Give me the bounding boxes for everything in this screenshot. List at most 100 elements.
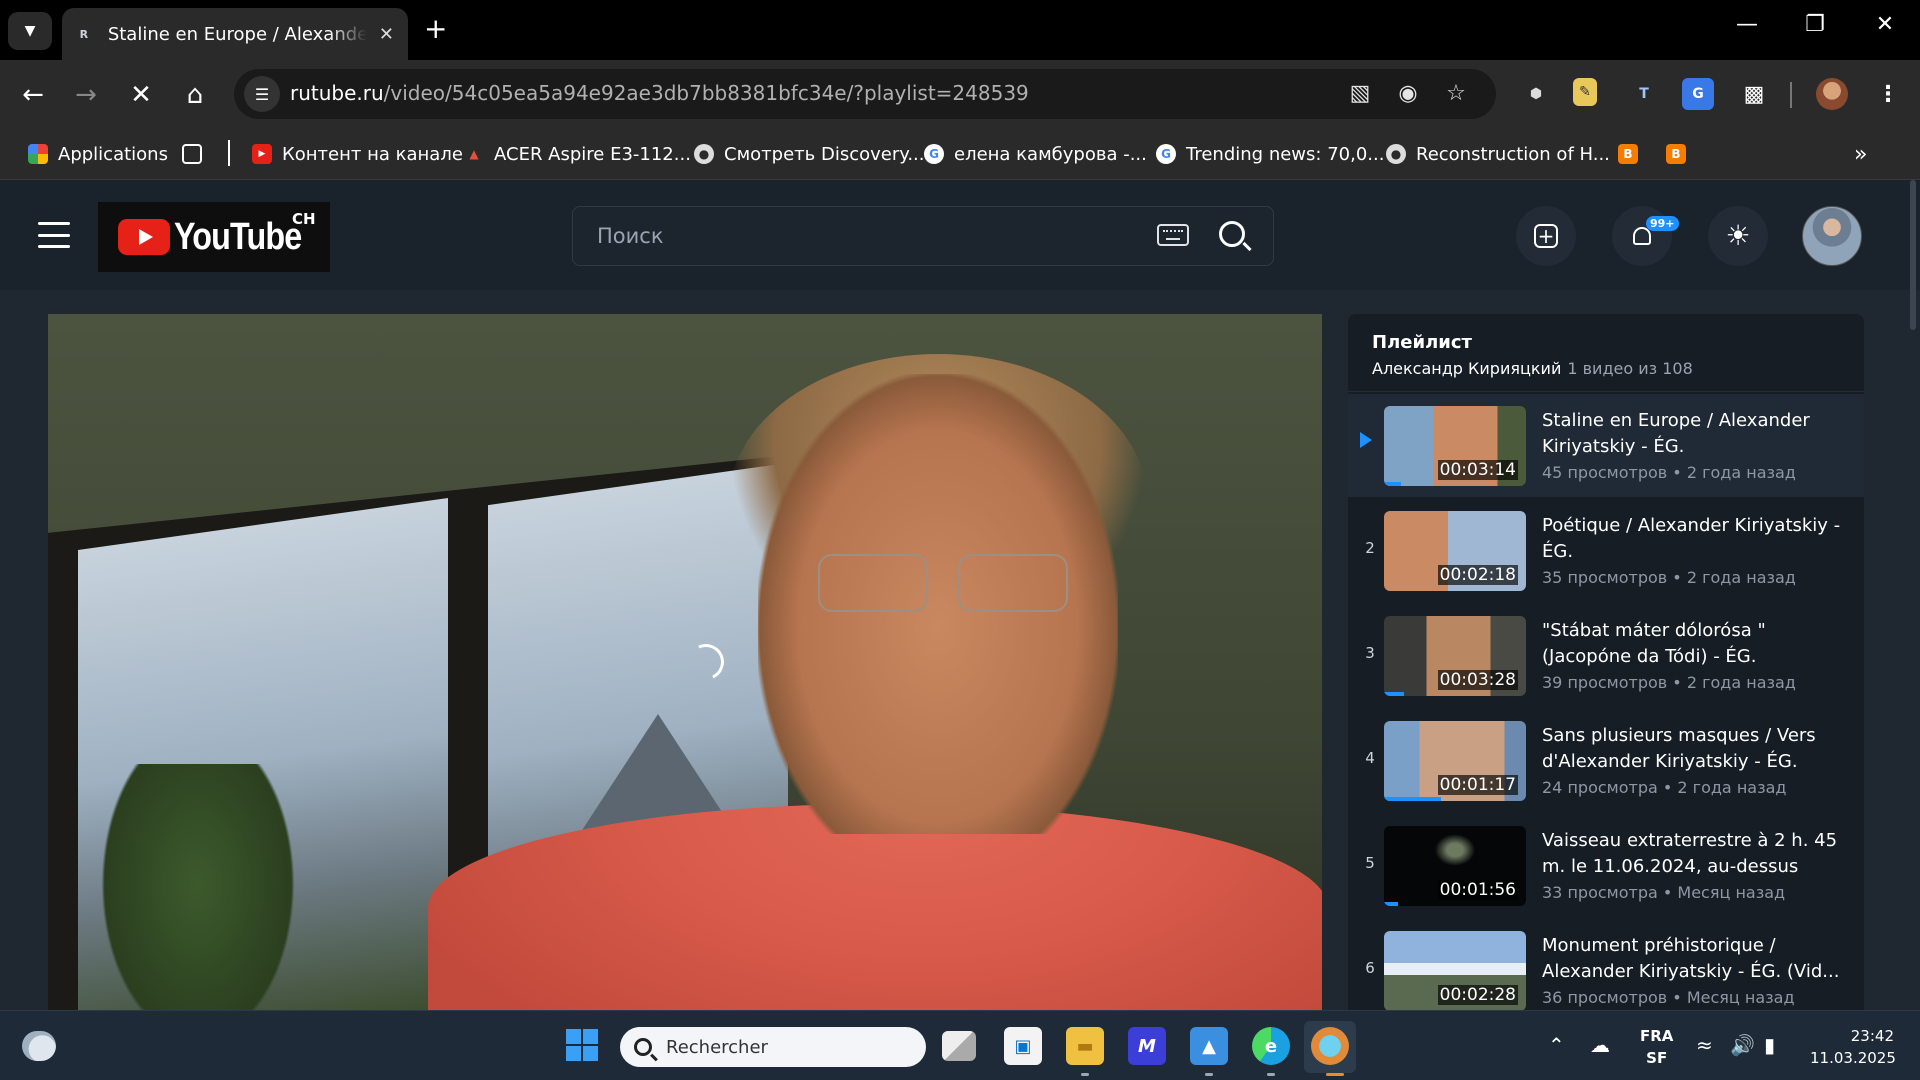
menu-hamburger-icon[interactable] — [38, 222, 70, 248]
taskbar-search-box[interactable]: Rechercher — [620, 1027, 926, 1067]
video-player[interactable] — [48, 314, 1322, 1010]
video-title[interactable]: Staline en Europe / Alexander Kiriyatski… — [1542, 408, 1842, 460]
photos-icon[interactable]: ▲ — [1190, 1027, 1228, 1065]
browser-menu-icon[interactable]: ⋮ — [1872, 78, 1904, 110]
file-explorer-icon[interactable]: ▬ — [1066, 1027, 1104, 1065]
playlist-subtitle: Александр Кирияцкий 1 видео из 108 — [1372, 359, 1840, 378]
task-view-icon[interactable] — [942, 1031, 976, 1061]
user-avatar[interactable] — [1802, 206, 1862, 266]
more-bookmarks-button[interactable]: » — [1854, 140, 1867, 168]
bookmark-discovery[interactable]: ● Смотреть Discovery... — [694, 140, 925, 168]
url-path: /video/54c05ea5a94e92ae3db7bb8381bfc34e/… — [383, 81, 1029, 105]
app-m-icon[interactable]: M — [1128, 1027, 1166, 1065]
search-input[interactable]: Поиск — [597, 224, 664, 248]
search-icon[interactable] — [1219, 221, 1245, 247]
home-button[interactable]: ⌂ — [178, 78, 212, 112]
video-meta: 33 просмотра • Месяц назад — [1542, 883, 1786, 902]
playlist-item-text: "Stábat máter dólorósa " (Jacopóne da Tó… — [1542, 618, 1842, 692]
extensions-puzzle-icon[interactable]: ▩ — [1738, 78, 1770, 110]
notifications-button[interactable]: 99+ — [1612, 206, 1679, 266]
bookmark-applications[interactable]: Applications — [28, 140, 168, 168]
close-window-button[interactable]: ✕ — [1870, 12, 1900, 37]
video-title[interactable]: Vaisseau extraterrestre à 2 h. 45 m. le … — [1542, 828, 1842, 880]
playlist-item[interactable]: 2 00:02:18 Poétique / Alexander Kiriyatski… — [1348, 499, 1864, 602]
edge-browser-icon[interactable]: e — [1252, 1027, 1290, 1065]
tab-groups-button[interactable] — [182, 140, 212, 168]
video-thumbnail[interactable]: 00:03:28 — [1384, 616, 1526, 696]
new-tab-button[interactable]: + — [424, 12, 447, 45]
browser-app-icon[interactable] — [1311, 1027, 1349, 1065]
extension-notes-icon[interactable]: ✎ — [1573, 78, 1597, 106]
battery-icon[interactable]: ▮ — [1764, 1033, 1775, 1057]
bookmark-star-icon[interactable]: ☆ — [1442, 81, 1470, 106]
tab-close-icon[interactable]: ✕ — [379, 24, 394, 45]
weather-widget-icon[interactable] — [22, 1031, 56, 1061]
bookmark-label: ACER Aspire E3-112... — [494, 143, 691, 165]
show-hidden-icons-chevron-icon[interactable]: ⌃ — [1548, 1033, 1565, 1057]
playlist-item[interactable]: 4 00:01:17 Sans plusieurs masques / Vers d… — [1348, 709, 1864, 812]
extension-translate-text-icon[interactable]: T — [1628, 78, 1660, 110]
theme-toggle-button[interactable]: ☀ — [1708, 206, 1768, 266]
video-title[interactable]: Monument préhistorique / Alexander Kiriy… — [1542, 933, 1842, 985]
playlist-count: 1 видео из 108 — [1567, 359, 1693, 378]
start-button[interactable] — [566, 1029, 598, 1061]
video-title[interactable]: Poétique / Alexander Kiriyatskiy - ÉG. — [1542, 513, 1842, 565]
upload-button[interactable]: + — [1516, 206, 1576, 266]
bookmark-reconstruction[interactable]: ● Reconstruction of H... — [1386, 140, 1610, 168]
video-title[interactable]: Sans plusieurs masques / Vers d'Alexande… — [1542, 723, 1842, 775]
browser-tab-active[interactable]: R Staline en Europe / Alexander Kiriyats… — [62, 8, 408, 60]
taskbar-search-input[interactable]: Rechercher — [666, 1037, 768, 1058]
microsoft-store-icon[interactable]: ▣ — [1004, 1027, 1042, 1065]
restore-window-button[interactable]: ❐ — [1800, 12, 1830, 37]
playlist-panel: Плейлист Александр Кирияцкий 1 видео из 1… — [1348, 314, 1864, 1010]
page-scrollbar[interactable] — [1910, 180, 1916, 330]
site-search-box[interactable]: Поиск — [572, 206, 1274, 266]
bookmark-blogger-2[interactable]: B — [1666, 140, 1696, 168]
globe-icon: ● — [1386, 144, 1406, 164]
playlist-item-text: Poétique / Alexander Kiriyatskiy - ÉG. 35… — [1542, 513, 1842, 587]
video-duration: 00:02:28 — [1437, 985, 1518, 1005]
volume-icon[interactable]: 🔊 — [1730, 1033, 1755, 1057]
system-clock[interactable]: 23:42 11.03.2025 — [1810, 1025, 1896, 1069]
playlist-item[interactable]: 3 00:03:28 "Stábat máter dólorósa " (Jacop… — [1348, 604, 1864, 707]
address-bar[interactable]: ☰ rutube.ru/video/54c05ea5a94e92ae3db7bb… — [234, 69, 1496, 119]
google-translate-icon[interactable]: G — [1682, 78, 1714, 110]
keyboard-icon[interactable] — [1157, 224, 1189, 246]
playlist-item[interactable]: 00:03:14 Staline en Europe / Alexander Ki… — [1348, 394, 1864, 497]
onedrive-cloud-icon[interactable]: ☁ — [1590, 1033, 1610, 1057]
video-thumbnail[interactable]: 00:01:56 — [1384, 826, 1526, 906]
stop-loading-button[interactable]: ✕ — [124, 78, 158, 112]
site-settings-icon[interactable]: ☰ — [244, 76, 280, 112]
minimize-window-button[interactable]: — — [1732, 12, 1762, 37]
wifi-icon[interactable]: ≈ — [1696, 1033, 1713, 1057]
bookmark-acer[interactable]: ▲ ACER Aspire E3-112... — [464, 140, 691, 168]
video-thumbnail[interactable]: 00:02:28 — [1384, 931, 1526, 1010]
video-thumbnail[interactable]: 00:02:18 — [1384, 511, 1526, 591]
playlist-item[interactable]: 6 00:02:28 Monument préhistorique / Alexan… — [1348, 919, 1864, 1010]
bookmark-youtube-channel[interactable]: ▶ Контент на канале — [252, 140, 463, 168]
playlist-author[interactable]: Александр Кирияцкий — [1372, 359, 1561, 378]
video-thumbnail[interactable]: 00:01:17 — [1384, 721, 1526, 801]
install-app-icon[interactable]: ▧ — [1346, 81, 1374, 106]
watch-progress-bar — [1384, 797, 1441, 801]
chevron-down-icon: ▼ — [24, 23, 36, 39]
forward-button[interactable]: → — [69, 78, 103, 112]
back-button[interactable]: ← — [16, 78, 50, 112]
video-title[interactable]: "Stábat máter dólorósa " (Jacopóne da Tó… — [1542, 618, 1842, 670]
bookmark-blogger-1[interactable]: B — [1618, 140, 1648, 168]
input-language-indicator[interactable]: FRA SF — [1640, 1025, 1673, 1069]
playlist-item[interactable]: 5 00:01:56 Vaisseau extraterrestre à 2 h. … — [1348, 814, 1864, 917]
extension-shield-icon[interactable]: ⬢ — [1520, 78, 1552, 110]
bookmark-trending-news[interactable]: G Trending news: 70,0... — [1156, 140, 1384, 168]
tab-search-button[interactable]: ▼ — [8, 12, 52, 50]
profile-avatar-icon[interactable] — [1816, 78, 1848, 110]
playlist-title: Плейлист — [1372, 332, 1472, 353]
bookmark-elena[interactable]: G елена камбурова -... — [924, 140, 1147, 168]
site-logo[interactable]: YouTube CH — [98, 202, 330, 272]
video-meta: 35 просмотров • 2 года назад — [1542, 568, 1796, 587]
video-thumbnail[interactable]: 00:03:14 — [1384, 406, 1526, 486]
tracking-protection-icon[interactable]: ◉ — [1394, 81, 1422, 106]
video-meta: 36 просмотров • Месяц назад — [1542, 988, 1795, 1007]
video-person-shirt — [428, 804, 1322, 1010]
running-indicator — [1267, 1073, 1275, 1076]
